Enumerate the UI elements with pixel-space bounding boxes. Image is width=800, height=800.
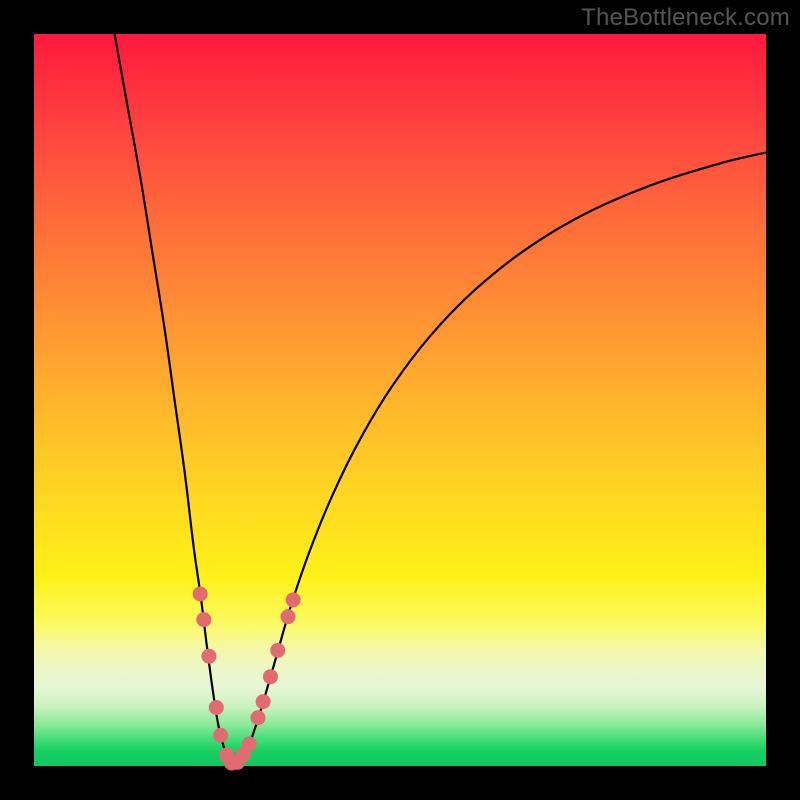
data-marker <box>201 649 216 664</box>
data-marker <box>193 586 208 601</box>
marker-group <box>193 586 301 770</box>
curve-overlay <box>34 34 766 766</box>
data-marker <box>270 643 285 658</box>
data-marker <box>286 592 301 607</box>
plot-area <box>34 34 766 766</box>
data-marker <box>263 669 278 684</box>
data-marker <box>250 710 265 725</box>
data-marker <box>209 700 224 715</box>
data-marker <box>256 694 271 709</box>
chart-frame: TheBottleneck.com <box>0 0 800 800</box>
data-marker <box>213 728 228 743</box>
data-marker <box>196 612 211 627</box>
watermark-text: TheBottleneck.com <box>581 4 790 32</box>
data-marker <box>242 737 257 752</box>
curve-right-arm <box>233 153 766 764</box>
data-marker <box>281 609 296 624</box>
